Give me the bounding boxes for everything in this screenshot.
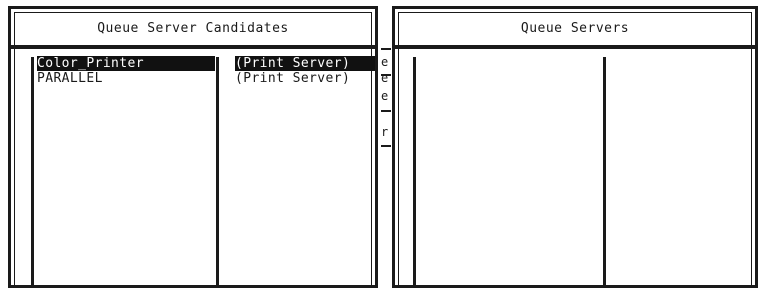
- queue-servers-panel-title: Queue Servers: [520, 21, 630, 36]
- candidates-left-column-line: [31, 57, 34, 287]
- sliver-char-1: e: [381, 55, 389, 69]
- candidates-column-divider: [216, 57, 219, 287]
- candidate-row-parallel-name[interactable]: PARALLEL: [37, 71, 215, 86]
- candidate-row-color-printer-type[interactable]: (Print Server): [235, 56, 375, 71]
- queue-server-candidates-panel: Queue Server Candidates Color_Printer (P…: [8, 6, 378, 288]
- sliver-rule-3: [381, 110, 391, 112]
- candidates-panel-title: Queue Server Candidates: [97, 21, 289, 36]
- sliver-rule-bottom: [381, 145, 391, 147]
- candidates-title-divider: [11, 45, 375, 49]
- queue-servers-left-column-line: [413, 57, 416, 287]
- candidate-row-parallel-type[interactable]: (Print Server): [235, 71, 375, 86]
- screen: Queue Server Candidates Color_Printer (P…: [0, 0, 758, 288]
- sliver-rule-top: [381, 48, 391, 50]
- sliver-char-2: e: [381, 71, 389, 85]
- candidate-row-color-printer-name[interactable]: Color_Printer: [37, 56, 215, 71]
- sliver-char-4: r: [381, 125, 389, 139]
- sliver-char-3: e: [381, 89, 389, 103]
- queue-servers-list[interactable]: [419, 57, 749, 285]
- queue-servers-title-divider: [395, 45, 755, 49]
- queue-servers-panel: Queue Servers: [392, 6, 758, 288]
